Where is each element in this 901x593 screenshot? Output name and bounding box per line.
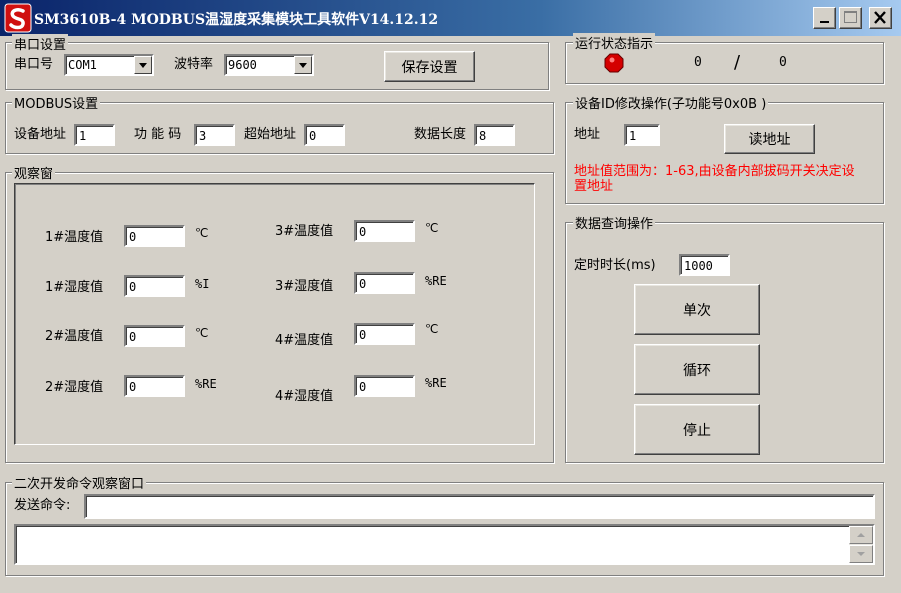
temp3-unit: ℃ <box>425 221 439 235</box>
temp4-unit: ℃ <box>425 322 439 336</box>
timer-label: 定时时长(ms) <box>574 258 656 273</box>
data-length-label: 数据长度 <box>414 127 467 142</box>
query-title: 数据查询操作 <box>573 213 656 232</box>
stop-query-button[interactable]: 停止 <box>634 404 760 455</box>
maximize-button[interactable] <box>839 7 862 29</box>
function-code-input[interactable]: 3 <box>194 124 235 146</box>
device-address-input[interactable]: 1 <box>74 124 115 146</box>
device-address-label: 设备地址 <box>14 127 67 142</box>
function-code-label: 功 能 码 <box>134 127 182 142</box>
app-logo-icon <box>4 3 32 33</box>
humid2-value[interactable]: 0 <box>124 375 185 397</box>
minimize-button[interactable] <box>813 7 836 29</box>
temp3-label: 3#温度值 <box>275 224 334 239</box>
serial-settings-title: 串口设置 <box>12 34 69 53</box>
id-address-label: 地址 <box>574 127 601 142</box>
close-icon <box>874 11 886 24</box>
data-length-input[interactable]: 8 <box>474 124 515 146</box>
chevron-down-icon[interactable] <box>294 56 312 74</box>
address-range-note: 地址值范围为：1-63,由设备内部拔码开关决定设置地址 <box>574 164 855 194</box>
id-address-input[interactable]: 1 <box>624 124 660 146</box>
temp2-value[interactable]: 0 <box>124 325 185 347</box>
maximize-icon <box>844 11 857 23</box>
console-scrollbar[interactable] <box>849 526 873 563</box>
timer-input[interactable]: 1000 <box>679 254 730 276</box>
start-address-input[interactable]: 0 <box>304 124 345 146</box>
scroll-up-button[interactable] <box>849 526 873 544</box>
baud-select[interactable]: 9600 <box>224 54 314 76</box>
scroll-down-button[interactable] <box>849 545 873 563</box>
status-count-b: 0 <box>779 55 787 70</box>
port-label: 串口号 <box>14 57 54 72</box>
console-title: 二次开发命令观察窗口 <box>12 473 147 492</box>
humid4-value[interactable]: 0 <box>354 375 415 397</box>
humid3-unit: %RE <box>425 274 447 288</box>
humid4-label: 4#湿度值 <box>275 389 334 404</box>
temp4-value[interactable]: 0 <box>354 323 415 345</box>
humid3-label: 3#湿度值 <box>275 279 334 294</box>
temp3-value[interactable]: 0 <box>354 220 415 242</box>
status-separator: / <box>734 52 741 73</box>
baud-label: 波特率 <box>174 57 214 72</box>
chevron-down-icon <box>857 552 865 556</box>
humid2-label: 2#湿度值 <box>45 380 104 395</box>
window-title: SM3610B-4 MODBUS温湿度采集模块工具软件V14.12.12 <box>34 12 439 28</box>
device-id-title: 设备ID修改操作(子功能号0x0B ) <box>573 93 769 112</box>
port-value: COM1 <box>68 58 97 72</box>
humid4-unit: %RE <box>425 376 447 390</box>
chevron-up-icon <box>857 533 865 537</box>
humid1-label: 1#湿度值 <box>45 280 104 295</box>
humid3-value[interactable]: 0 <box>354 272 415 294</box>
humid1-value[interactable]: 0 <box>124 275 185 297</box>
close-button[interactable] <box>869 7 892 29</box>
status-title: 运行状态指示 <box>573 33 656 52</box>
temp1-label: 1#温度值 <box>45 230 104 245</box>
humid2-unit: %RE <box>195 377 217 391</box>
send-command-input[interactable] <box>84 494 875 519</box>
humid1-unit: %I <box>195 277 209 291</box>
loop-query-button[interactable]: 循环 <box>634 344 760 395</box>
minimize-icon <box>820 21 829 23</box>
single-query-button[interactable]: 单次 <box>634 284 760 335</box>
console-output[interactable] <box>14 524 875 565</box>
send-command-label: 发送命令: <box>14 498 71 513</box>
read-address-button[interactable]: 读地址 <box>724 124 815 154</box>
baud-value: 9600 <box>228 58 257 72</box>
modbus-settings-title: MODBUS设置 <box>12 93 101 112</box>
observe-title: 观察窗 <box>12 163 56 182</box>
status-count-a: 0 <box>694 55 702 70</box>
port-select[interactable]: COM1 <box>64 54 154 76</box>
temp1-value[interactable]: 0 <box>124 225 185 247</box>
chevron-down-icon[interactable] <box>134 56 152 74</box>
temp2-unit: ℃ <box>195 326 209 340</box>
temp4-label: 4#温度值 <box>275 333 334 348</box>
temp2-label: 2#温度值 <box>45 329 104 344</box>
save-settings-button[interactable]: 保存设置 <box>384 51 475 82</box>
status-led-icon <box>604 53 624 73</box>
temp1-unit: ℃ <box>195 226 209 240</box>
start-address-label: 超始地址 <box>244 127 297 142</box>
